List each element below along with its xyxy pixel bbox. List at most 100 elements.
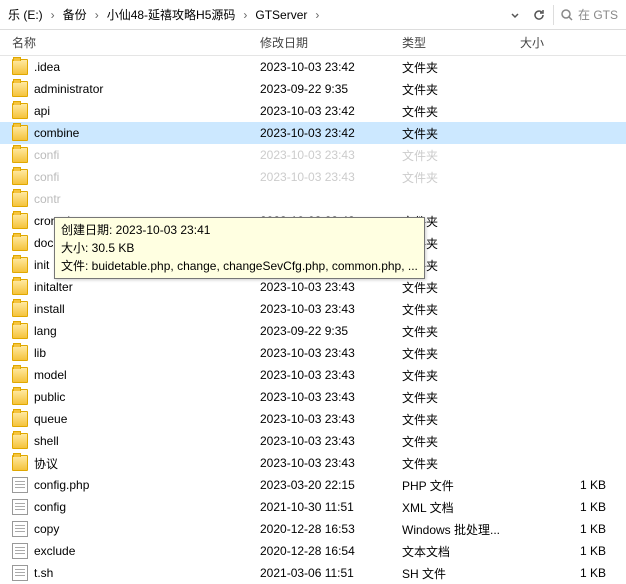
file-type: 文件夹	[402, 301, 520, 318]
file-name: install	[34, 302, 65, 316]
file-row[interactable]: t.sh2021-03-06 11:51SH 文件1 KB	[0, 562, 626, 584]
file-row[interactable]: exclude2020-12-28 16:54文本文档1 KB	[0, 540, 626, 562]
file-name: combine	[34, 126, 79, 140]
file-date: 2021-10-30 11:51	[260, 500, 402, 514]
file-type: 文本文档	[402, 543, 520, 560]
file-row[interactable]: model2023-10-03 23:43文件夹	[0, 364, 626, 386]
file-size: 1 KB	[520, 544, 626, 558]
crumb3[interactable]: GTServer	[251, 6, 311, 24]
dropdown-button[interactable]	[503, 3, 527, 27]
tooltip-line2: 大小: 30.5 KB	[61, 239, 418, 257]
folder-icon	[12, 279, 28, 295]
crumb2[interactable]: 小仙48-延禧攻略H5源码	[103, 4, 240, 25]
file-row[interactable]: .idea2023-10-03 23:42文件夹	[0, 56, 626, 78]
file-date: 2021-03-06 11:51	[260, 566, 402, 580]
folder-icon	[12, 147, 28, 163]
file-row[interactable]: confi 2023-10-03 23:43文件夹	[0, 166, 626, 188]
file-row[interactable]: config.php2023-03-20 22:15PHP 文件1 KB	[0, 474, 626, 496]
file-name: exclude	[34, 544, 75, 558]
file-date: 2023-10-03 23:43	[260, 302, 402, 316]
folder-icon	[12, 81, 28, 97]
file-type: 文件夹	[402, 169, 520, 186]
folder-icon	[12, 213, 28, 229]
file-name: copy	[34, 522, 59, 536]
file-type: 文件夹	[402, 455, 520, 472]
file-row[interactable]: shell2023-10-03 23:43文件夹	[0, 430, 626, 452]
file-name: shell	[34, 434, 59, 448]
file-row[interactable]: lang2023-09-22 9:35文件夹	[0, 320, 626, 342]
column-headers: 名称 修改日期 类型 大小	[0, 30, 626, 56]
folder-icon	[12, 103, 28, 119]
search-placeholder: 在 GTS	[578, 6, 618, 23]
folder-icon	[12, 301, 28, 317]
file-name: init	[34, 258, 49, 272]
folder-icon	[12, 191, 28, 207]
header-date[interactable]: 修改日期	[260, 34, 402, 51]
breadcrumb[interactable]: 乐 (E:)› 备份› 小仙48-延禧攻略H5源码› GTServer›	[4, 4, 503, 25]
file-name: contr	[34, 192, 61, 206]
file-row[interactable]: confi2023-10-03 23:43文件夹	[0, 144, 626, 166]
file-row[interactable]: config2021-10-30 11:51XML 文档1 KB	[0, 496, 626, 518]
file-type: 文件夹	[402, 389, 520, 406]
file-date: 2023-10-03 23:43	[260, 434, 402, 448]
folder-icon	[12, 455, 28, 471]
search-box[interactable]: 在 GTS	[556, 6, 622, 23]
file-row[interactable]: 协议2023-10-03 23:43文件夹	[0, 452, 626, 474]
file-row[interactable]: lib2023-10-03 23:43文件夹	[0, 342, 626, 364]
crumb0[interactable]: 乐 (E:)	[4, 4, 47, 25]
file-date: 2023-10-03 23:43	[260, 412, 402, 426]
file-type: 文件夹	[402, 125, 520, 142]
file-date: 2023-10-03 23:43	[260, 346, 402, 360]
chevron-right-icon[interactable]: ›	[313, 8, 321, 22]
file-date: 2023-09-22 9:35	[260, 324, 402, 338]
php-icon	[12, 477, 28, 493]
file-type: 文件夹	[402, 103, 520, 120]
file-name: 协议	[34, 455, 58, 472]
file-name: confi	[34, 170, 59, 184]
txt-icon	[12, 543, 28, 559]
separator	[553, 5, 554, 25]
folder-icon	[12, 433, 28, 449]
header-size[interactable]: 大小	[520, 34, 626, 51]
file-date: 2023-10-03 23:43	[260, 148, 402, 162]
file-row[interactable]: public 2023-10-03 23:43文件夹	[0, 386, 626, 408]
file-type: SH 文件	[402, 565, 520, 582]
folder-icon	[12, 367, 28, 383]
file-name: config.php	[34, 478, 89, 492]
search-icon	[560, 8, 574, 22]
file-name: initalter	[34, 280, 73, 294]
file-name: model	[34, 368, 67, 382]
header-type[interactable]: 类型	[402, 34, 520, 51]
file-row[interactable]: api2023-10-03 23:42文件夹	[0, 100, 626, 122]
file-date: 2023-10-03 23:43	[260, 390, 402, 404]
file-row[interactable]: initalter2023-10-03 23:43文件夹	[0, 276, 626, 298]
crumb1[interactable]: 备份	[59, 4, 91, 25]
refresh-button[interactable]	[527, 3, 551, 27]
file-type: 文件夹	[402, 279, 520, 296]
header-name[interactable]: 名称	[0, 34, 260, 51]
file-row[interactable]: queue2023-10-03 23:43文件夹	[0, 408, 626, 430]
file-row[interactable]: contr	[0, 188, 626, 210]
folder-icon	[12, 411, 28, 427]
file-name: config	[34, 500, 66, 514]
tooltip: 创建日期: 2023-10-03 23:41 大小: 30.5 KB 文件: b…	[54, 217, 425, 279]
file-size: 1 KB	[520, 522, 626, 536]
file-date: 2023-10-03 23:43	[260, 170, 402, 184]
chevron-right-icon[interactable]: ›	[241, 8, 249, 22]
file-date: 2023-09-22 9:35	[260, 82, 402, 96]
file-row[interactable]: administrator2023-09-22 9:35文件夹	[0, 78, 626, 100]
file-name: public	[34, 390, 65, 404]
file-name: doc	[34, 236, 53, 250]
chevron-right-icon[interactable]: ›	[93, 8, 101, 22]
chevron-right-icon[interactable]: ›	[49, 8, 57, 22]
file-row[interactable]: install 2023-10-03 23:43文件夹	[0, 298, 626, 320]
folder-icon	[12, 323, 28, 339]
file-type: 文件夹	[402, 345, 520, 362]
file-row[interactable]: combine2023-10-03 23:42文件夹	[0, 122, 626, 144]
bat-icon	[12, 521, 28, 537]
file-date: 2020-12-28 16:53	[260, 522, 402, 536]
file-row[interactable]: copy2020-12-28 16:53Windows 批处理...1 KB	[0, 518, 626, 540]
file-size: 1 KB	[520, 478, 626, 492]
file-type: 文件夹	[402, 411, 520, 428]
folder-icon	[12, 235, 28, 251]
